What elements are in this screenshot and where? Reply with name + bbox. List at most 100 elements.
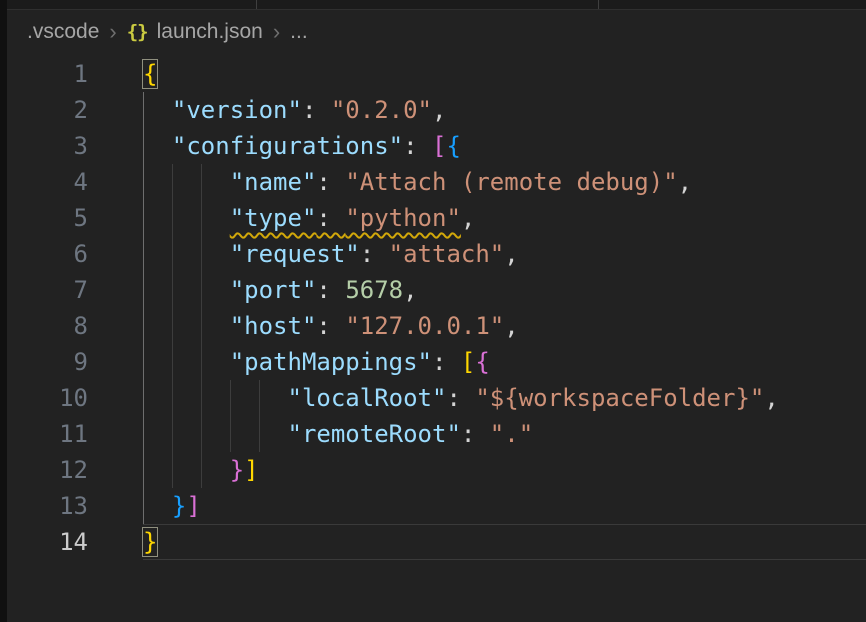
line-number[interactable]: 5 — [7, 200, 143, 236]
token-pun: , — [403, 276, 417, 304]
indent-guide — [201, 164, 202, 200]
code-content[interactable]: }] — [143, 488, 866, 524]
code-line-11[interactable]: 11 "remoteRoot": "." — [7, 416, 866, 452]
tab-stub-2[interactable] — [257, 0, 599, 9]
code-content[interactable]: "localRoot": "${workspaceFolder}", — [143, 380, 866, 416]
token-b2: [ — [432, 132, 446, 160]
token-ws — [143, 204, 230, 232]
code-content[interactable]: "version": "0.2.0", — [143, 92, 866, 128]
token-pun: , — [461, 204, 475, 232]
token-key: "host" — [230, 312, 317, 340]
code-line-5[interactable]: 5 "type": "python", — [7, 200, 866, 236]
code-content[interactable]: "name": "Attach (remote debug)", — [143, 164, 866, 200]
indent-guide — [172, 272, 173, 308]
code-content[interactable]: }] — [143, 452, 866, 488]
breadcrumb-file[interactable]: launch.json — [157, 20, 263, 44]
code-line-13[interactable]: 13 }] — [7, 488, 866, 524]
tab-stub-1[interactable] — [7, 0, 257, 9]
code-content[interactable]: "type": "python", — [143, 200, 866, 236]
code-line-10[interactable]: 10 "localRoot": "${workspaceFolder}", — [7, 380, 866, 416]
line-number[interactable]: 1 — [7, 56, 143, 92]
tab-stub-3[interactable] — [599, 0, 866, 9]
indent-guide — [259, 416, 260, 452]
indent-guide — [172, 380, 173, 416]
code-line-6[interactable]: 6 "request": "attach", — [7, 236, 866, 272]
token-b3: } — [172, 492, 186, 520]
code-content[interactable]: "pathMappings": [{ — [143, 344, 866, 380]
token-ws — [143, 96, 172, 124]
vscode-window: .vscode › {} launch.json › ... 1{2 "vers… — [0, 0, 866, 622]
token-b1: [ — [461, 348, 475, 376]
token-ws — [143, 168, 230, 196]
token-str: "0.2.0" — [331, 96, 432, 124]
line-number[interactable]: 9 — [7, 344, 143, 380]
line-number[interactable]: 11 — [7, 416, 143, 452]
code-area: 1{2 "version": "0.2.0",3 "configurations… — [7, 54, 866, 560]
indent-guide — [143, 164, 144, 200]
token-key: "name" — [230, 168, 317, 196]
token-pun: , — [432, 96, 446, 124]
indent-guide — [172, 452, 173, 488]
code-content[interactable]: "configurations": [{ — [143, 128, 866, 164]
line-number[interactable]: 7 — [7, 272, 143, 308]
line-number[interactable]: 10 — [7, 380, 143, 416]
indent-guide — [201, 380, 202, 416]
code-line-4[interactable]: 4 "name": "Attach (remote debug)", — [7, 164, 866, 200]
token-pun: , — [504, 240, 518, 268]
code-line-12[interactable]: 12 }] — [7, 452, 866, 488]
chevron-right-icon: › — [108, 21, 117, 43]
token-str: "." — [490, 420, 533, 448]
indent-guide — [172, 164, 173, 200]
token-pun: : — [446, 384, 475, 412]
line-number[interactable]: 6 — [7, 236, 143, 272]
matched-bracket: { — [143, 60, 157, 88]
code-line-8[interactable]: 8 "host": "127.0.0.1", — [7, 308, 866, 344]
token-key: "configurations" — [172, 132, 403, 160]
indent-guide — [172, 200, 173, 236]
breadcrumb-folder[interactable]: .vscode — [27, 20, 99, 44]
code-content[interactable]: "host": "127.0.0.1", — [143, 308, 866, 344]
line-number[interactable]: 8 — [7, 308, 143, 344]
line-number[interactable]: 14 — [7, 524, 143, 560]
token-str: "attach" — [389, 240, 505, 268]
indent-guide — [143, 92, 144, 128]
indent-guide — [172, 308, 173, 344]
code-line-7[interactable]: 7 "port": 5678, — [7, 272, 866, 308]
token-ws — [143, 132, 172, 160]
indent-guide — [230, 416, 231, 452]
indent-guide — [201, 416, 202, 452]
code-content[interactable]: "remoteRoot": "." — [143, 416, 866, 452]
token-ws — [143, 384, 288, 412]
code-content[interactable]: "request": "attach", — [143, 236, 866, 272]
line-number[interactable]: 4 — [7, 164, 143, 200]
code-content[interactable]: { — [143, 56, 866, 92]
indent-guide — [172, 344, 173, 380]
code-content[interactable]: } — [143, 524, 866, 560]
indent-guide — [143, 488, 144, 524]
code-line-9[interactable]: 9 "pathMappings": [{ — [7, 344, 866, 380]
token-str: "python" — [345, 204, 461, 232]
token-key: "localRoot" — [288, 384, 447, 412]
breadcrumb: .vscode › {} launch.json › ... — [7, 10, 866, 54]
token-key: "version" — [172, 96, 302, 124]
line-number[interactable]: 13 — [7, 488, 143, 524]
code-line-2[interactable]: 2 "version": "0.2.0", — [7, 92, 866, 128]
token-pun: , — [764, 384, 778, 412]
chevron-right-icon: › — [272, 21, 281, 43]
indent-guide — [143, 344, 144, 380]
code-line-3[interactable]: 3 "configurations": [{ — [7, 128, 866, 164]
line-number[interactable]: 12 — [7, 452, 143, 488]
line-number[interactable]: 2 — [7, 92, 143, 128]
breadcrumb-symbol[interactable]: ... — [290, 20, 308, 44]
code-content[interactable]: "port": 5678, — [143, 272, 866, 308]
warning-squiggle-span: "type": "python" — [230, 204, 461, 232]
line-number[interactable]: 3 — [7, 128, 143, 164]
token-ws — [143, 348, 230, 376]
indent-guide — [201, 452, 202, 488]
token-str: "127.0.0.1" — [345, 312, 504, 340]
code-line-1[interactable]: 1{ — [7, 56, 866, 92]
token-pun: : — [432, 348, 461, 376]
code-line-14[interactable]: 14} — [7, 524, 866, 560]
indent-guide — [201, 308, 202, 344]
token-key: "pathMappings" — [230, 348, 432, 376]
